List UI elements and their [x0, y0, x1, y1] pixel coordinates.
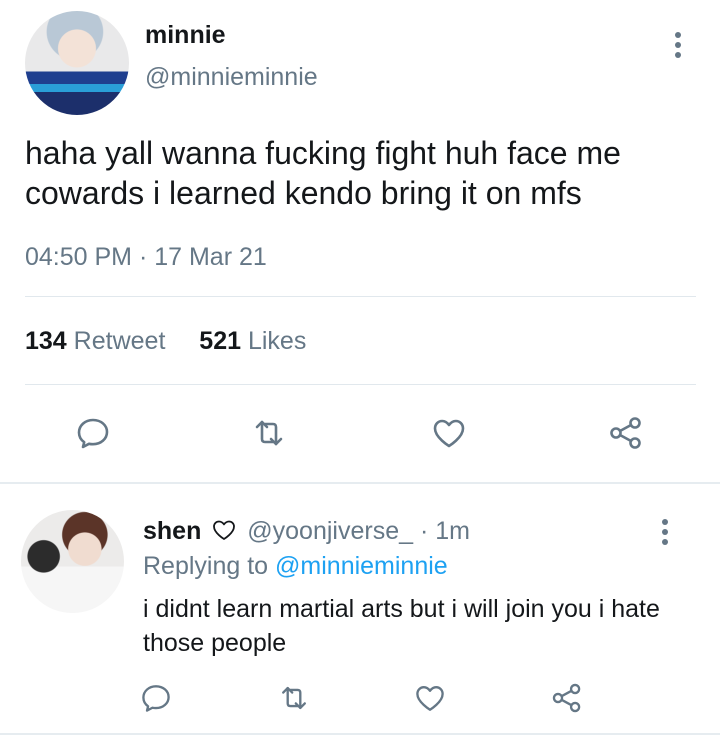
tweet-stats: 134 Retweet 521 Likes [25, 327, 306, 356]
reply-icon[interactable] [73, 413, 113, 453]
author-handle[interactable]: @minnieminnie [145, 63, 318, 92]
avatar[interactable] [25, 11, 129, 115]
main-tweet: minnie @minnieminnie haha yall wanna fuc… [0, 0, 720, 482]
reply-handle-time[interactable]: @yoonjiverse_ · 1m [247, 517, 470, 545]
retweet-count[interactable]: 134 [25, 327, 67, 355]
tweet-timestamp: 04:50 PM · 17 Mar 21 [25, 243, 267, 271]
retweet-label[interactable]: Retweet [74, 327, 166, 355]
reply-icon[interactable] [138, 680, 174, 716]
divider [25, 296, 696, 297]
tweet-text: haha yall wanna fucking fight huh face m… [25, 135, 621, 211]
more-vertical-icon[interactable] [653, 515, 677, 547]
retweet-icon[interactable] [249, 413, 289, 453]
like-label[interactable]: Likes [248, 327, 306, 355]
bottom-divider [0, 733, 720, 735]
retweet-icon[interactable] [276, 680, 312, 716]
section-separator [0, 482, 720, 484]
share-icon[interactable] [606, 413, 646, 453]
reply-header: shen @yoonjiverse_ · 1m [143, 517, 470, 546]
replying-to: Replying to @minnieminnie [143, 552, 448, 581]
replying-label: Replying to [143, 552, 269, 580]
heart-icon[interactable] [412, 680, 448, 716]
share-icon[interactable] [549, 680, 585, 716]
reply-text: i didnt learn martial arts but i will jo… [143, 595, 660, 657]
divider [25, 384, 696, 385]
author-name[interactable]: minnie [145, 21, 226, 50]
reply-author-name[interactable]: shen [143, 517, 201, 545]
more-vertical-icon[interactable] [666, 30, 690, 60]
like-count[interactable]: 521 [199, 327, 241, 355]
replying-handle-link[interactable]: @minnieminnie [275, 552, 448, 580]
avatar[interactable] [21, 510, 124, 613]
heart-icon[interactable] [429, 413, 469, 453]
heart-icon [212, 519, 236, 541]
